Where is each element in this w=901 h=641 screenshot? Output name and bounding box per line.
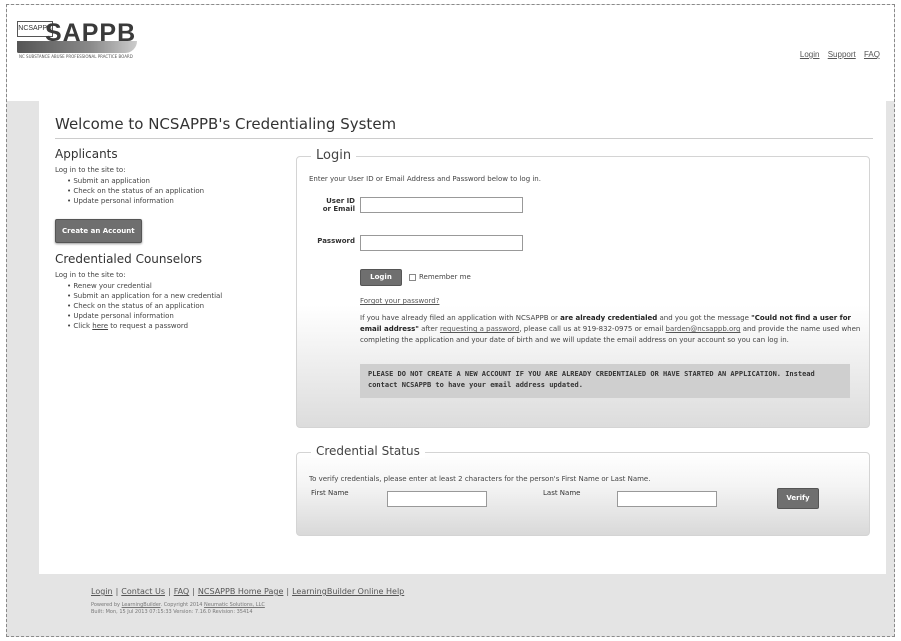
footer-copyright: Powered by LearningBuilder. Copyright 20… [91, 602, 791, 616]
separator: | [115, 587, 119, 596]
separator: | [192, 587, 195, 596]
header: NCSAPPB SAPPB NC SUBSTANCE ABUSE PROFESS… [7, 5, 894, 101]
page-frame: NCSAPPB SAPPB NC SUBSTANCE ABUSE PROFESS… [6, 4, 895, 637]
page-title: Welcome to NCSAPPB's Credentialing Syste… [55, 115, 397, 133]
list-item: Check on the status of an application [67, 186, 285, 196]
title-divider [55, 138, 873, 139]
user-id-label: User ID or Email [309, 197, 355, 213]
logo-text: SAPPB [45, 19, 137, 47]
login-intro: Enter your User ID or Email Address and … [309, 175, 541, 183]
logo-tagline: NC SUBSTANCE ABUSE PROFESSIONAL PRACTICE… [19, 54, 133, 59]
login-help-text: If you have already filed an application… [360, 313, 865, 346]
verify-button[interactable]: Verify [777, 488, 819, 509]
powered-prefix: Powered by [91, 602, 122, 608]
requesting-password-link[interactable]: requesting a password [440, 325, 519, 333]
ncsappb-logo[interactable]: NCSAPPB SAPPB NC SUBSTANCE ABUSE PROFESS… [17, 19, 142, 59]
build-info: Built: Mon, 15 Jul 2013 07:15:33 Version… [91, 609, 253, 615]
top-login-link[interactable]: Login [800, 50, 820, 59]
remember-me-label: Remember me [419, 273, 471, 281]
warning-notice: PLEASE DO NOT CREATE A NEW ACCOUNT IF YO… [360, 364, 850, 398]
user-id-label-line1: User ID [326, 197, 355, 205]
first-name-label: First Name [311, 489, 349, 497]
separator: | [168, 587, 171, 596]
email-link[interactable]: barden@ncsappb.org [666, 325, 741, 333]
list-item: Update personal information [67, 196, 285, 206]
help-text-2: and you got the message [657, 314, 752, 322]
password-label: Password [317, 237, 355, 245]
applicants-heading: Applicants [55, 147, 118, 161]
password-input[interactable] [360, 235, 523, 251]
credential-intro: To verify credentials, please enter at l… [309, 475, 651, 483]
forgot-password-link[interactable]: Forgot your password? [360, 297, 439, 305]
last-name-input[interactable] [617, 491, 717, 507]
credential-status-panel: Credential Status To verify credentials,… [296, 444, 870, 536]
footer-contact-link[interactable]: Contact Us [121, 587, 165, 596]
help-bold-1: are already credentialed [560, 314, 658, 322]
list-item: Submit an application for a new credenti… [67, 291, 285, 301]
learningbuilder-link[interactable]: LearningBuilder [122, 602, 161, 608]
copyright-text: . Copyright 2014 [160, 602, 205, 608]
list-item: Check on the status of an application [67, 301, 285, 311]
create-account-button[interactable]: Create an Account [55, 219, 142, 243]
top-faq-link[interactable]: FAQ [864, 50, 880, 59]
left-column: Applicants Log in to the site to: Submit… [55, 147, 285, 331]
request-password-suffix: to request a password [108, 322, 189, 330]
footer-faq-link[interactable]: FAQ [174, 587, 190, 596]
footer-home-link[interactable]: NCSAPPB Home Page [198, 587, 283, 596]
applicants-list: Submit an application Check on the statu… [67, 176, 285, 206]
list-item: Submit an application [67, 176, 285, 186]
footer-login-link[interactable]: Login [91, 587, 113, 596]
top-nav: Login Support FAQ [794, 50, 880, 59]
login-button[interactable]: Login [360, 269, 402, 286]
list-item: Update personal information [67, 311, 285, 321]
main-content: Welcome to NCSAPPB's Credentialing Syste… [39, 101, 886, 574]
last-name-label: Last Name [543, 489, 581, 497]
help-text-3: after [418, 325, 440, 333]
company-link[interactable]: Neumatic Solutions, LLC [204, 602, 265, 608]
counselors-list: Renew your credential Submit an applicat… [67, 281, 285, 331]
credential-legend: Credential Status [311, 444, 425, 458]
remember-me[interactable]: Remember me [409, 273, 471, 281]
counselors-heading: Credentialed Counselors [55, 252, 203, 266]
counselors-intro: Log in to the site to: [55, 271, 126, 279]
footer-help-link[interactable]: LearningBuilder Online Help [292, 587, 404, 596]
help-text-1: If you have already filed an application… [360, 314, 561, 322]
copyright-line: Powered by LearningBuilder. Copyright 20… [91, 602, 791, 609]
top-support-link[interactable]: Support [828, 50, 856, 59]
login-panel: Login Enter your User ID or Email Addres… [296, 148, 870, 428]
list-item: Renew your credential [67, 281, 285, 291]
footer: Login | Contact Us | FAQ | NCSAPPB Home Page | L… [91, 587, 791, 616]
user-id-label-line2: or Email [322, 205, 355, 213]
help-text-4: , please call us at 919-832-0975 or emai… [519, 325, 666, 333]
request-password-link[interactable]: here [92, 322, 108, 330]
footer-links: Login | Contact Us | FAQ | NCSAPPB Home Page | L… [91, 587, 791, 596]
list-item: Click here to request a password [67, 321, 285, 331]
user-id-input[interactable] [360, 197, 523, 213]
remember-me-checkbox[interactable] [409, 273, 416, 281]
first-name-input[interactable] [387, 491, 487, 507]
request-password-prefix: Click [73, 322, 93, 330]
applicants-intro: Log in to the site to: [55, 166, 126, 174]
login-legend: Login [311, 148, 357, 163]
separator: | [286, 587, 290, 596]
